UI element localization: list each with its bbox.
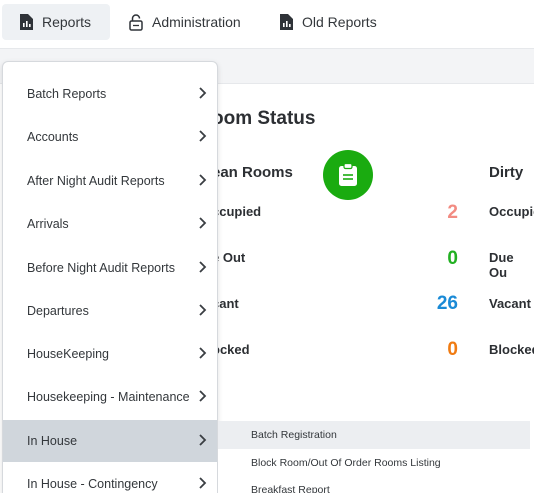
occupied-count: 2 [447,202,458,223]
in-house-submenu: Batch Registration Block Room/Out Of Ord… [218,421,534,493]
chevron-right-icon [199,477,207,489]
menu-item-departures[interactable]: Departures [3,290,217,332]
report-icon [18,13,34,31]
dirty-due-out-label: Due Ou [489,250,514,280]
top-navigation: Reports Administration Old Reports [0,0,534,48]
reports-dropdown-menu: Batch Reports Accounts After Night Audit… [2,61,218,493]
menu-item-housekeeping[interactable]: HouseKeeping [3,333,217,375]
chevron-right-icon [199,261,207,273]
menu-item-label: Batch Reports [27,87,107,101]
tab-reports[interactable]: Reports [2,4,110,40]
menu-item-batch-reports[interactable]: Batch Reports [3,73,217,115]
menu-item-housekeeping-maintenance[interactable]: Housekeeping - Maintenance [3,376,217,418]
menu-item-label: Arrivals [27,217,69,231]
chevron-right-icon [199,347,207,359]
report-icon [278,13,294,31]
vacant-count: 26 [436,293,458,314]
dirty-rooms-heading: Dirty [489,164,524,181]
dirty-blocked-label: Blocked [489,342,534,357]
chevron-right-icon [199,434,207,446]
menu-item-label: HouseKeeping [27,347,110,361]
submenu-item-block-room-listing[interactable]: Block Room/Out Of Order Rooms Listing [218,449,530,477]
tab-administration-label: Administration [152,14,241,30]
submenu-item-batch-registration[interactable]: Batch Registration [218,421,530,449]
tab-reports-label: Reports [42,14,92,30]
tab-old-reports-label: Old Reports [302,14,377,30]
menu-item-before-night-audit[interactable]: Before Night Audit Reports [3,247,217,289]
menu-item-label: Accounts [27,130,79,144]
due-out-count: 0 [447,248,458,269]
menu-item-in-house-contingency[interactable]: In House - Contingency [3,463,217,493]
menu-item-label: Before Night Audit Reports [27,261,175,275]
dirty-occupied-label: Occupie [489,204,534,219]
menu-item-label: In House [27,434,78,448]
tab-administration[interactable]: Administration [128,4,258,40]
menu-item-label: Departures [27,304,89,318]
menu-item-after-night-audit[interactable]: After Night Audit Reports [3,160,217,202]
clipboard-icon [323,150,373,200]
menu-item-label: After Night Audit Reports [27,174,165,188]
blocked-count: 0 [447,339,458,360]
chevron-right-icon [199,87,207,99]
menu-item-arrivals[interactable]: Arrivals [3,203,217,245]
menu-item-label: Housekeeping - Maintenance [27,390,190,404]
dirty-vacant-label: Vacant [489,296,531,311]
occupied-label: ccupied [212,204,262,219]
chevron-right-icon [199,390,207,402]
chevron-right-icon [199,130,207,142]
menu-item-label: In House - Contingency [27,477,158,491]
chevron-right-icon [199,174,207,186]
chevron-right-icon [199,217,207,229]
chevron-right-icon [199,304,207,316]
menu-item-in-house[interactable]: In House [3,420,217,462]
tab-old-reports[interactable]: Old Reports [278,4,388,40]
clean-rooms-heading: ean Rooms [212,164,293,181]
submenu-item-breakfast-report[interactable]: Breakfast Report [218,476,530,493]
menu-item-accounts[interactable]: Accounts [3,116,217,158]
lock-icon [128,13,144,31]
room-status-title: oom Status [212,108,316,129]
